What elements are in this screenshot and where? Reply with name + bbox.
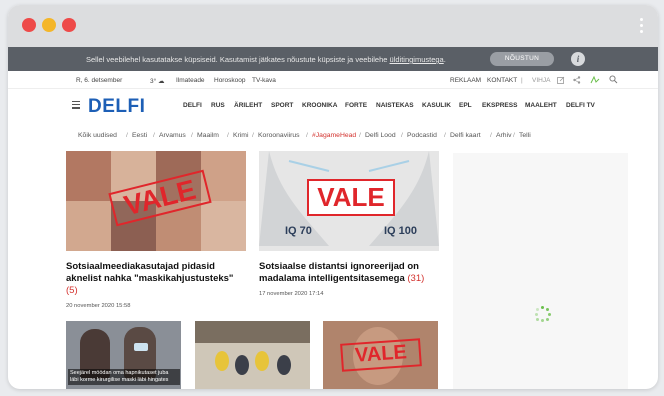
iq-left-label: IQ 70: [285, 225, 312, 237]
weather-link[interactable]: Ilmateade: [176, 77, 205, 84]
nav-delfi[interactable]: DELFI: [183, 102, 202, 109]
info-icon[interactable]: i: [571, 52, 585, 66]
fake-stamp: VALE: [340, 338, 422, 372]
crumb-separator: /: [359, 132, 361, 139]
accept-cookies-button[interactable]: NÕUSTUN: [490, 52, 554, 66]
top-bar: R, 6. detsember 3° ☁ Ilmateade Horoskoop…: [8, 71, 658, 89]
share-icon[interactable]: [573, 76, 581, 84]
crumb-maailm[interactable]: Maailm: [197, 132, 219, 139]
nav-arileht[interactable]: ÄRILEHT: [234, 102, 262, 109]
crumb-arhiv[interactable]: Arhiv: [496, 132, 512, 139]
article-1-date: 20 november 2020 15:58: [66, 303, 131, 309]
accessibility-icon[interactable]: [590, 75, 600, 85]
topbar-divider: |: [521, 77, 523, 84]
crumb-telli[interactable]: Telli: [519, 132, 531, 139]
fake-stamp: VALE: [307, 179, 395, 216]
crumb-koroonaviirus[interactable]: Koroonaviirus: [258, 132, 300, 139]
crumb-delfi-lood[interactable]: Delfi Lood: [365, 132, 396, 139]
crumb-separator: /: [153, 132, 155, 139]
tip-link[interactable]: VIHJA: [532, 77, 550, 84]
article-2-title[interactable]: Sotsiaalse distantsi ignoreerijad on mad…: [259, 261, 419, 284]
cookie-text: Sellel veebilehel kasutatakse küpsiseid.…: [86, 55, 446, 64]
crumb-delfi-kaart[interactable]: Delfi kaart: [450, 132, 481, 139]
cookie-banner: Sellel veebilehel kasutatakse küpsiseid.…: [8, 47, 658, 71]
article-3-caption: Seejärel möödan oma hapnikutaset juba lä…: [68, 369, 180, 385]
nav-delfi-tv[interactable]: DELFI TV: [566, 102, 595, 109]
crumb-separator: /: [401, 132, 403, 139]
nav-naistekas[interactable]: NAISTEKAS: [376, 102, 414, 109]
current-date: R, 6. detsember: [76, 77, 123, 84]
crumb-all-news[interactable]: Kõik uudised: [78, 132, 117, 139]
crumb-krimi[interactable]: Krimi: [233, 132, 248, 139]
crumb-separator: /: [126, 132, 128, 139]
nav-ekspress[interactable]: EKSPRESS: [482, 102, 517, 109]
crumb-separator: /: [191, 132, 193, 139]
nav-forte[interactable]: FORTE: [345, 102, 367, 109]
nav-epl[interactable]: EPL: [459, 102, 472, 109]
crumb-separator: /: [490, 132, 492, 139]
article-2-date: 17 november 2020 17:14: [259, 291, 324, 297]
crumb-separator: /: [444, 132, 446, 139]
search-icon[interactable]: [609, 75, 618, 84]
nav-rus[interactable]: RUS: [211, 102, 225, 109]
hamburger-menu-icon[interactable]: [72, 101, 80, 111]
nav-sport[interactable]: SPORT: [271, 102, 293, 109]
loading-spinner-icon: [535, 306, 551, 322]
crumb-separator: /: [306, 132, 308, 139]
more-options-icon[interactable]: [640, 18, 644, 33]
edit-icon[interactable]: [557, 76, 565, 84]
article-1-headline[interactable]: Sotsiaalmeediakasutajad pidasid aknelist…: [66, 261, 246, 297]
horoscope-link[interactable]: Horoskoop: [214, 77, 245, 84]
minimize-dot[interactable]: [42, 18, 56, 32]
article-4-image[interactable]: [195, 321, 310, 389]
crumb-eesti[interactable]: Eesti: [132, 132, 147, 139]
article-2-image[interactable]: VALE IQ 70 IQ 100: [259, 151, 439, 251]
article-2-comment-count[interactable]: (31): [407, 273, 424, 284]
article-5-image[interactable]: VALE: [323, 321, 438, 389]
maximize-dot[interactable]: [62, 18, 76, 32]
crumb-separator: /: [227, 132, 229, 139]
iq-right-label: IQ 100: [384, 225, 418, 237]
browser-window: Sellel veebilehel kasutatakse küpsiseid.…: [8, 5, 658, 389]
close-dot[interactable]: [22, 18, 36, 32]
sidebar-ad-area: [453, 153, 628, 389]
crumb-arvamus[interactable]: Arvamus: [159, 132, 186, 139]
nav-kasulik[interactable]: KASULIK: [422, 102, 451, 109]
nav-kroonika[interactable]: KROONIKA: [302, 102, 337, 109]
article-1-comment-count[interactable]: (5): [66, 285, 78, 296]
advertising-link[interactable]: REKLAAM: [450, 77, 481, 84]
title-bar: [8, 5, 658, 47]
article-3-image[interactable]: Seejärel möödan oma hapnikutaset juba lä…: [66, 321, 181, 389]
article-1-title[interactable]: Sotsiaalmeediakasutajad pidasid aknelist…: [66, 261, 233, 284]
tv-guide-link[interactable]: TV-kava: [252, 77, 276, 84]
article-1-image[interactable]: VALE: [66, 151, 246, 251]
nav-maaleht[interactable]: MAALEHT: [525, 102, 557, 109]
article-2-headline[interactable]: Sotsiaalse distantsi ignoreerijad on mad…: [259, 261, 439, 285]
contact-link[interactable]: KONTAKT: [487, 77, 517, 84]
cookie-message: Sellel veebilehel kasutatakse küpsiseid.…: [86, 55, 390, 64]
crumb-podcastid[interactable]: Podcastid: [407, 132, 437, 139]
crumb-separator: /: [513, 132, 515, 139]
crumb-separator: /: [252, 132, 254, 139]
cookie-end: .: [443, 55, 446, 64]
crumb-jagamehead[interactable]: #JagameHead: [312, 132, 356, 139]
delfi-logo[interactable]: DELFI: [88, 96, 145, 118]
main-navigation: DELFI DELFI RUS ÄRILEHT SPORT KROONIKA F…: [8, 90, 658, 120]
weather-readout[interactable]: 3° ☁: [150, 77, 165, 85]
terms-link[interactable]: ülditingimustega: [390, 55, 444, 64]
